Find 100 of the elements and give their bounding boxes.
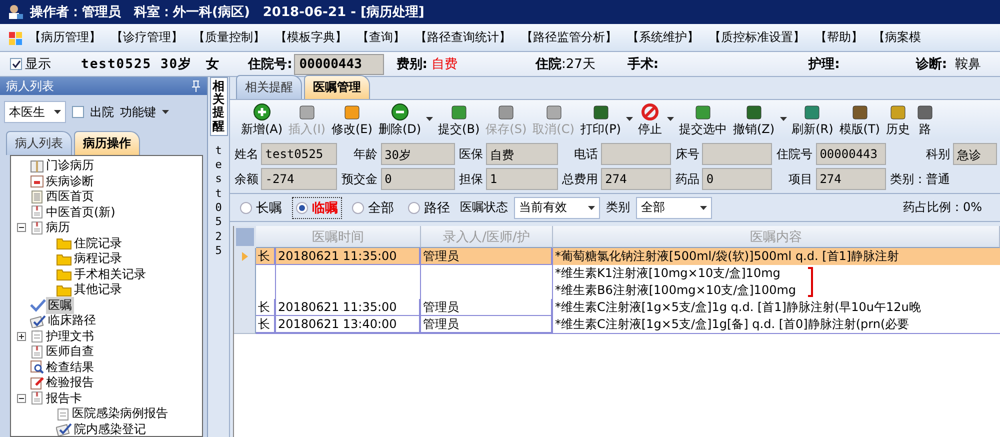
panel-title: 病人列表 xyxy=(6,78,54,94)
collapse-icon[interactable] xyxy=(17,394,26,403)
tree-item[interactable]: 院内感染登记 xyxy=(72,420,148,436)
tree-item[interactable]: 病历 xyxy=(44,219,72,236)
toolbar-button[interactable]: 打印(P) xyxy=(577,103,624,138)
value-field: 1 xyxy=(486,168,558,190)
tree-item[interactable]: 报告卡 xyxy=(44,390,84,407)
toolbar-button[interactable]: 历史 xyxy=(883,103,913,138)
field-label: 医保 xyxy=(458,146,483,162)
caret-icon xyxy=(162,110,169,114)
toolbar-button[interactable]: 新增(A) xyxy=(238,103,286,138)
expand-icon[interactable] xyxy=(17,332,26,341)
toolbar-button[interactable]: 刷新(R) xyxy=(788,103,836,138)
tree-item[interactable]: 医院感染病例报告 xyxy=(70,405,170,422)
tree-item[interactable]: 手术相关记录 xyxy=(72,266,148,283)
radio-option[interactable]: 长嘱 xyxy=(236,196,286,218)
toolbar-button[interactable]: 修改(E) xyxy=(328,103,376,138)
menu-item[interactable]: 【查询】 xyxy=(352,29,410,46)
tree-item[interactable]: 医嘱 xyxy=(46,296,74,314)
menu-item[interactable]: 【路径监管分析】 xyxy=(516,29,622,46)
document-icon xyxy=(30,205,44,220)
toolbar-button[interactable]: 路 xyxy=(913,103,937,138)
field-label: 床号 xyxy=(674,146,700,162)
toolbar-button[interactable]: 撤销(Z) xyxy=(730,103,778,138)
row-pointer-icon xyxy=(242,252,248,261)
caret-icon xyxy=(54,110,61,114)
radio-option[interactable]: 全部 xyxy=(348,196,398,218)
field-label: 费别: xyxy=(396,56,428,73)
menu-item[interactable]: 【系统维护】 xyxy=(622,29,704,46)
folder-icon xyxy=(56,252,72,266)
toolbar-button[interactable]: 删除(D) xyxy=(375,103,424,138)
function-key-menu[interactable]: 功能键 xyxy=(120,104,156,120)
menu-item[interactable]: 【诊疗管理】 xyxy=(106,29,188,46)
menu-item[interactable]: 【病案模 xyxy=(868,29,926,46)
menu-item[interactable]: 【质控标准设置】 xyxy=(704,29,810,46)
field-label: 类别：普通 xyxy=(889,170,950,188)
tree-item[interactable]: 西医首页 xyxy=(44,188,96,206)
tab[interactable]: 相关提醒 xyxy=(236,75,302,99)
window-title: 操作者：管理员 科室：外一科(病区) 2018-06-21 - [病历处理] xyxy=(30,4,424,21)
field-label: 药品 xyxy=(674,170,700,188)
clipboard-icon xyxy=(30,329,44,344)
stop-icon xyxy=(641,103,659,121)
pin-icon[interactable] xyxy=(191,80,201,92)
admission-number-field: 00000443 xyxy=(294,54,384,74)
dropdown-arrow[interactable] xyxy=(426,117,434,121)
column-header: 医嘱时间 xyxy=(256,226,421,248)
tree-item[interactable]: 其他记录 xyxy=(72,281,124,298)
drug-ratio: 药占比例：0% xyxy=(902,199,982,216)
menu-item[interactable]: 【路径查询统计】 xyxy=(410,29,516,46)
search-icon xyxy=(30,360,44,374)
field-label: 总费用 xyxy=(561,170,598,188)
show-checkbox[interactable] xyxy=(10,58,22,70)
report-icon xyxy=(30,376,44,390)
patient-summary: test0525 30岁 女 xyxy=(81,56,220,73)
tab[interactable]: 病历操作 xyxy=(74,131,140,155)
empty-field xyxy=(601,143,672,165)
tree-item[interactable]: 检验报告 xyxy=(44,374,96,392)
menu-item[interactable]: 【模板字典】 xyxy=(270,29,352,46)
toolbar-button[interactable]: 提交(B) xyxy=(435,103,483,138)
tree-item[interactable]: 病程记录 xyxy=(72,250,124,268)
doctor-dropdown[interactable]: 本医生 xyxy=(4,101,66,123)
document-icon xyxy=(30,344,44,359)
category-dropdown[interactable]: 全部 xyxy=(636,196,712,218)
radio-option[interactable]: 路径 xyxy=(404,196,454,218)
tree-item[interactable]: 护理文书 xyxy=(44,328,96,345)
toolbar-button[interactable]: 停止 xyxy=(635,103,665,138)
header-corner xyxy=(234,226,256,248)
menu-item[interactable]: 【帮助】 xyxy=(810,29,868,46)
toolbar-button[interactable]: 提交选中 xyxy=(676,103,730,138)
menu-item[interactable]: 【质量控制】 xyxy=(188,29,270,46)
tree-item[interactable]: 检查结果 xyxy=(44,358,96,376)
tab[interactable]: 病人列表 xyxy=(6,131,72,155)
status-dropdown[interactable]: 当前有效 xyxy=(514,196,600,218)
column-header: 录入人/医师/护 xyxy=(421,226,553,248)
dropdown-arrow[interactable] xyxy=(667,117,674,121)
tree-item[interactable]: 临床路径 xyxy=(46,312,98,330)
toolbar-button[interactable]: 模版(T) xyxy=(836,103,883,138)
side-tab[interactable]: 相关提醒 xyxy=(210,77,228,136)
table-cell: 20180621 13:40:00 xyxy=(276,316,420,333)
menu-item[interactable]: 【病历管理】 xyxy=(24,29,106,46)
collapse-icon[interactable] xyxy=(17,223,26,232)
table-cell: 20180621 11:35:00 xyxy=(276,299,420,316)
caret-icon xyxy=(700,206,707,210)
discharged-checkbox[interactable] xyxy=(72,106,84,118)
book-icon xyxy=(30,158,44,173)
tree-item[interactable]: 中医首页(新) xyxy=(44,204,118,221)
tree-item[interactable]: 医师自查 xyxy=(44,343,96,360)
field-label: 余额 xyxy=(233,170,258,188)
field-label: 护理: xyxy=(808,56,840,73)
tree-item[interactable]: 门诊病历 xyxy=(44,157,96,174)
radio-option[interactable]: 临嘱 xyxy=(292,196,342,218)
tree-item[interactable]: 疾病诊断 xyxy=(44,172,96,190)
field-label: 姓名 xyxy=(233,146,258,162)
tree-item[interactable]: 住院记录 xyxy=(72,234,124,252)
checklist-icon xyxy=(30,314,46,328)
tab[interactable]: 医嘱管理 xyxy=(304,75,370,99)
dropdown-arrow[interactable] xyxy=(626,117,633,121)
field-label: 类别 xyxy=(606,199,630,216)
dropdown-arrow[interactable] xyxy=(780,117,787,121)
document-icon xyxy=(30,391,44,406)
